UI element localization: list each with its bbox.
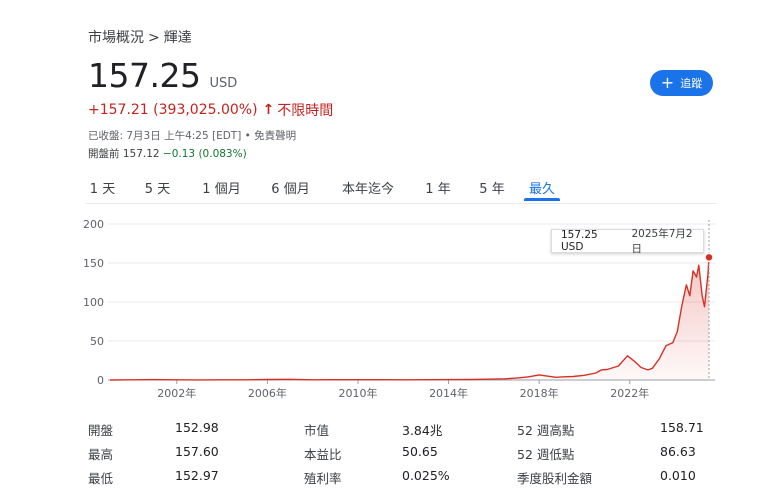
tab-max[interactable]: 最久 (524, 175, 560, 201)
tab-divider (86, 203, 716, 204)
price-area (110, 257, 709, 380)
arrow-up-icon: ↑ (262, 102, 275, 118)
follow-label: 追蹤 (680, 77, 703, 90)
tab-label: 5 天 (144, 182, 171, 197)
stat-value-open: 152.98 (175, 420, 219, 435)
price-line (109, 257, 710, 381)
stat-value-52w-low: 86.63 (660, 444, 696, 459)
tooltip-price: 157.25 USD (561, 229, 598, 253)
plus-icon: + (660, 72, 675, 92)
premarket-label: 開盤前 (88, 148, 120, 160)
stat-label-dividend-yield: 殖利率 (304, 471, 342, 486)
tab-label: 1 個月 (202, 182, 241, 197)
price-change: +157.21 (393,025.00%) ↑ 不限時間 (88, 100, 333, 120)
y-tick-label: 0 (97, 374, 104, 387)
y-tick-label: 200 (83, 218, 104, 231)
tooltip-date: 2025年7月2日 (631, 228, 693, 255)
tab-6-months[interactable]: 6 個月 (268, 175, 313, 201)
stat-label-low: 最低 (88, 471, 114, 486)
y-tick-label: 100 (83, 296, 104, 309)
x-tick-label: 2018年 (520, 386, 559, 400)
stat-value-low: 152.97 (175, 468, 219, 483)
stat-value-pe-ratio: 50.65 (402, 444, 438, 459)
y-tick-label: 150 (83, 257, 104, 270)
tab-label: 最久 (528, 182, 555, 197)
tab-1-year[interactable]: 1 年 (423, 175, 453, 201)
change-period: 不限時間 (277, 103, 334, 119)
stat-value-market-cap: 3.84兆 (402, 423, 443, 438)
premarket-info: 開盤前 157.12 −0.13 (0.083%) (88, 146, 247, 161)
change-amount: +157.21 (393,025.00%) (88, 102, 258, 118)
currency-code: USD (209, 76, 238, 91)
current-price: 157.25 (88, 56, 201, 95)
stat-label-52w-low: 52 週低點 (517, 447, 575, 462)
x-tick-label: 2010年 (338, 386, 377, 400)
x-tick-label: 2014年 (429, 386, 468, 400)
stat-label-pe-ratio: 本益比 (304, 447, 342, 462)
premarket-change: −0.13 (0.083%) (162, 148, 247, 160)
y-tick-label: 50 (90, 335, 104, 348)
premarket-price: 157.12 (122, 148, 160, 160)
x-tick-label: 2006年 (248, 386, 287, 400)
tab-label: 本年迄今 (341, 182, 394, 197)
highlight-point (704, 252, 714, 263)
tab-label: 5 年 (479, 182, 505, 197)
follow-button[interactable]: + 追蹤 (650, 70, 713, 96)
tab-label: 1 天 (89, 182, 116, 197)
stat-label-quarterly-dividend: 季度股利金額 (517, 471, 593, 486)
tab-label: 1 年 (425, 182, 451, 197)
tab-label: 6 個月 (271, 182, 310, 197)
stat-value-52w-high: 158.71 (660, 420, 704, 435)
breadcrumb-current: 輝達 (163, 30, 192, 46)
tab-1-day[interactable]: 1 天 (86, 175, 119, 201)
stat-label-market-cap: 市值 (304, 423, 330, 438)
stat-value-quarterly-dividend: 0.010 (660, 468, 696, 483)
stat-value-high: 157.60 (175, 444, 219, 459)
stat-label-open: 開盤 (88, 423, 114, 438)
time-range-tabs: 1 天 5 天 1 個月 6 個月 本年迄今 1 年 5 年 最久 (86, 175, 560, 201)
breadcrumb-separator: > (148, 30, 160, 46)
x-tick-label: 2002年 (157, 386, 196, 400)
chart-tooltip: 157.25 USD 2025年7月2日 (551, 228, 704, 255)
stat-value-dividend-yield: 0.025% (402, 468, 450, 483)
close-info: 已收盤: 7月3日 上午4:25 [EDT] • 免責聲明 (88, 130, 297, 142)
breadcrumb-parent-link[interactable]: 市場概況 (88, 30, 144, 46)
tab-1-month[interactable]: 1 個月 (199, 175, 244, 201)
stat-label-high: 最高 (88, 447, 114, 462)
breadcrumb: 市場概況 > 輝達 (88, 27, 192, 47)
stat-label-52w-high: 52 週高點 (517, 423, 575, 438)
price-row: 157.25 USD (88, 56, 237, 95)
tab-5-days[interactable]: 5 天 (141, 175, 174, 201)
tab-5-years[interactable]: 5 年 (477, 175, 507, 201)
tab-ytd[interactable]: 本年迄今 (339, 175, 397, 201)
x-tick-label: 2022年 (610, 386, 649, 400)
